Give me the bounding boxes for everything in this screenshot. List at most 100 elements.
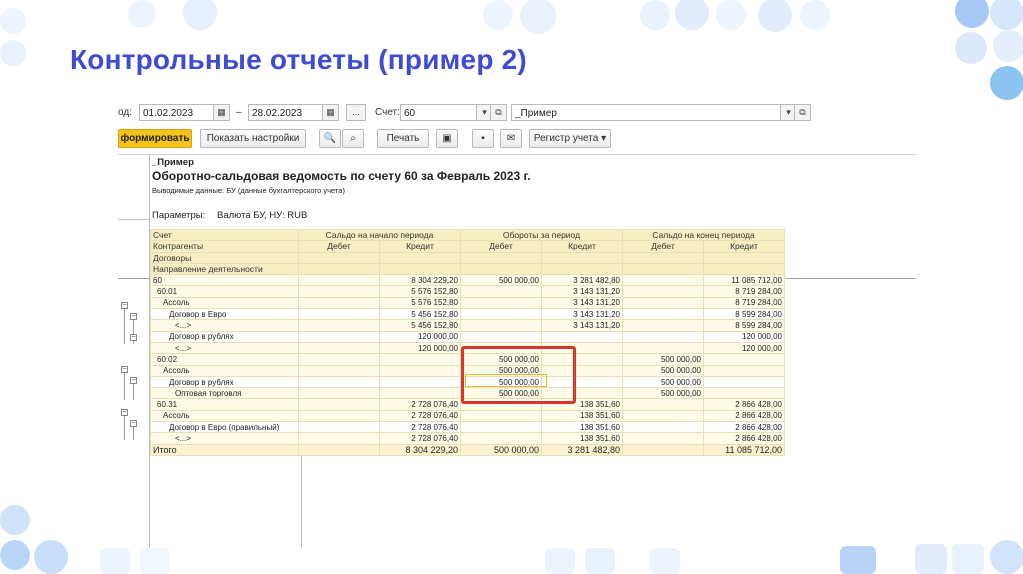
amount-cell[interactable] — [298, 296, 380, 310]
amount-cell[interactable]: 2 866 428,00 — [703, 409, 785, 423]
amount-cell[interactable] — [703, 375, 785, 389]
amount-cell[interactable]: 5 456 152,80 — [379, 308, 461, 321]
amount-cell[interactable] — [460, 308, 542, 321]
amount-cell[interactable]: 500 000,00 — [622, 364, 704, 377]
amount-cell[interactable]: 8 599 284,00 — [703, 308, 785, 321]
amount-cell[interactable]: 500 000,00 — [460, 274, 542, 287]
row-label[interactable]: <...> — [150, 319, 299, 332]
row-label[interactable]: 60 — [150, 274, 299, 287]
amount-cell[interactable] — [379, 364, 461, 377]
total-amount[interactable]: 11 085 712,00 — [703, 443, 785, 456]
calendar-icon[interactable]: ▦ — [322, 104, 339, 121]
amount-cell[interactable] — [703, 387, 785, 400]
amount-cell[interactable]: 120 000,00 — [379, 330, 461, 343]
row-label[interactable]: Договор в Евро — [150, 308, 299, 321]
amount-cell[interactable]: 120 000,00 — [703, 330, 785, 343]
amount-cell[interactable]: 11 085 712,00 — [703, 274, 785, 287]
table-row[interactable]: <...> 5 456 152,80 3 143 131,20 8 599 284,0… — [150, 319, 785, 332]
amount-cell[interactable]: 120 000,00 — [379, 341, 461, 355]
amount-cell[interactable] — [622, 409, 704, 423]
table-row[interactable]: Ассоль 5 576 152,80 3 143 131,20 8 719 284,… — [150, 296, 785, 310]
row-label[interactable]: Ассоль — [150, 364, 299, 377]
amount-cell[interactable] — [622, 341, 704, 355]
amount-cell[interactable]: 2 866 428,00 — [703, 432, 785, 445]
amount-cell[interactable] — [622, 432, 704, 445]
amount-cell[interactable] — [298, 341, 380, 355]
table-row[interactable]: 60 8 304 229,20 500 000,00 3 281 482,80 11 0… — [150, 274, 785, 287]
search-icon[interactable]: 🔍 — [319, 129, 341, 148]
amount-cell[interactable]: 8 599 284,00 — [703, 319, 785, 332]
amount-cell[interactable] — [298, 387, 380, 400]
collapse-icon[interactable]: − — [121, 409, 128, 416]
amount-cell[interactable]: 2 728 076,40 — [379, 421, 461, 434]
organization-field[interactable]: _Пример — [511, 104, 783, 121]
total-amount[interactable]: 500 000,00 — [460, 443, 542, 456]
collapse-icon[interactable]: − — [121, 302, 128, 309]
amount-cell[interactable] — [379, 353, 461, 366]
row-label[interactable]: <...> — [150, 432, 299, 445]
amount-cell[interactable]: 2 728 076,40 — [379, 409, 461, 423]
amount-cell[interactable] — [460, 409, 542, 423]
amount-cell[interactable] — [622, 319, 704, 332]
amount-cell[interactable] — [298, 319, 380, 332]
register-dropdown-button[interactable]: Регистр учета ▾ — [529, 129, 611, 148]
total-amount[interactable] — [622, 443, 704, 456]
amount-cell[interactable] — [622, 285, 704, 298]
amount-cell[interactable]: 5 576 152,80 — [379, 296, 461, 310]
selected-cell[interactable] — [465, 374, 547, 387]
table-row[interactable]: Договор в рублях 120 000,00 120 000,00 — [150, 330, 785, 343]
total-row[interactable]: Итого 8 304 229,20 500 000,00 3 281 482,80 1… — [150, 443, 785, 456]
row-label[interactable]: 60.02 — [150, 353, 299, 366]
collapse-icon[interactable]: − — [130, 334, 137, 341]
amount-cell[interactable] — [703, 364, 785, 377]
date-to-field[interactable]: 28.02.2023 — [248, 104, 324, 121]
amount-cell[interactable]: 2 866 428,00 — [703, 398, 785, 411]
amount-cell[interactable] — [298, 330, 380, 343]
amount-cell[interactable] — [460, 432, 542, 445]
print-button[interactable]: Печать — [377, 129, 429, 148]
amount-cell[interactable] — [460, 319, 542, 332]
amount-cell[interactable] — [460, 330, 542, 343]
amount-cell[interactable] — [541, 330, 623, 343]
amount-cell[interactable]: 500 000,00 — [622, 375, 704, 389]
amount-cell[interactable] — [298, 274, 380, 287]
open-link-icon[interactable]: ⧉ — [794, 104, 811, 121]
amount-cell[interactable] — [298, 398, 380, 411]
amount-cell[interactable] — [460, 296, 542, 310]
row-label[interactable]: Договор в Евро (правильный) — [150, 421, 299, 434]
amount-cell[interactable]: 138 351,60 — [541, 421, 623, 434]
open-link-icon[interactable]: ⧉ — [490, 104, 507, 121]
amount-cell[interactable]: 500 000,00 — [622, 353, 704, 366]
save-icon[interactable]: ▪ — [472, 129, 494, 148]
amount-cell[interactable] — [298, 353, 380, 366]
table-row[interactable]: Ассоль 2 728 076,40 138 351,60 2 866 428,00 — [150, 409, 785, 423]
search-cancel-icon[interactable]: ⌕ — [342, 129, 364, 148]
amount-cell[interactable] — [703, 353, 785, 366]
amount-cell[interactable]: 5 576 152,80 — [379, 285, 461, 298]
amount-cell[interactable]: 2 728 076,40 — [379, 398, 461, 411]
row-label[interactable]: Ассоль — [150, 296, 299, 310]
row-label[interactable]: Договор в рублях — [150, 375, 299, 389]
amount-cell[interactable]: 120 000,00 — [703, 341, 785, 355]
generate-button[interactable]: формировать — [118, 129, 192, 148]
preview-icon[interactable]: ▣ — [436, 129, 458, 148]
amount-cell[interactable]: 2 866 428,00 — [703, 421, 785, 434]
amount-cell[interactable]: 138 351,60 — [541, 432, 623, 445]
row-label[interactable]: <...> — [150, 341, 299, 355]
row-label[interactable]: 60.31 — [150, 398, 299, 411]
period-select-button[interactable]: ... — [346, 104, 366, 121]
amount-cell[interactable] — [298, 285, 380, 298]
amount-cell[interactable] — [298, 364, 380, 377]
amount-cell[interactable]: 138 351,60 — [541, 409, 623, 423]
table-row[interactable]: Договор в Евро 5 456 152,80 3 143 131,20 8 … — [150, 308, 785, 321]
row-label[interactable]: Договор в рублях — [150, 330, 299, 343]
collapse-icon[interactable]: − — [130, 420, 137, 427]
amount-cell[interactable] — [622, 398, 704, 411]
amount-cell[interactable] — [622, 274, 704, 287]
amount-cell[interactable]: 8 304 229,20 — [379, 274, 461, 287]
amount-cell[interactable]: 500 000,00 — [622, 387, 704, 400]
amount-cell[interactable] — [298, 421, 380, 434]
row-label[interactable]: 60.01 — [150, 285, 299, 298]
amount-cell[interactable]: 5 456 152,80 — [379, 319, 461, 332]
amount-cell[interactable] — [298, 432, 380, 445]
